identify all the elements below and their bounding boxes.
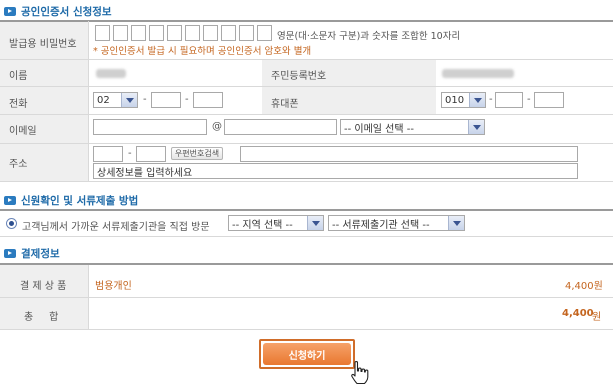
section-arrow-icon (4, 248, 16, 258)
mobile-middle-input[interactable] (495, 92, 523, 108)
institution-select-value: -- 서류제출기관 선택 -- (332, 219, 430, 231)
cert-section-title-text: 공인인증서 신청정보 (21, 5, 112, 18)
product-name: 범용개인 (95, 281, 132, 292)
phone-area-select[interactable]: 02 (93, 92, 138, 108)
mobile-last-input[interactable] (534, 92, 564, 108)
email-domain-select-value: -- 이메일 선택 -- (344, 123, 414, 135)
password-note: * 공인인증서 발급 시 필요하며 공인인증서 암호와 별개 (93, 46, 312, 57)
cert-section-title: 공인인증서 신청정보 (4, 3, 112, 19)
password-char-box[interactable] (131, 25, 146, 41)
chevron-down-icon (469, 93, 485, 107)
table-top-border (0, 20, 613, 22)
resident-number-label: 주민등록번호 (271, 71, 327, 82)
address-detail-input[interactable] (93, 163, 578, 179)
product-price: 4,400원 (565, 281, 603, 292)
payment-section-title: 결제정보 (4, 245, 60, 261)
institution-select[interactable]: -- 서류제출기관 선택 -- (328, 215, 465, 231)
visit-radio[interactable] (6, 218, 17, 229)
table-top-border (0, 263, 613, 265)
name-label: 이름 (9, 71, 28, 82)
dash: - (185, 94, 189, 105)
dash: - (143, 94, 147, 105)
hand-cursor-icon (351, 361, 369, 385)
submission-section-title: 신원확인 및 서류제출 방법 (4, 192, 138, 208)
section-arrow-icon (4, 195, 16, 205)
payment-section-title-text: 결제정보 (21, 247, 60, 260)
phone-area-value: 02 (97, 94, 110, 106)
zipcode-last-input[interactable] (136, 146, 166, 162)
total-unit: 원 (592, 312, 602, 323)
phone-middle-input[interactable] (151, 92, 181, 108)
password-char-box[interactable] (113, 25, 128, 41)
dash: - (489, 94, 493, 105)
email-domain-select[interactable]: -- 이메일 선택 -- (340, 119, 485, 135)
row-divider (0, 86, 613, 87)
zipcode-search-button[interactable]: 우편번호검색 (171, 147, 223, 160)
row-divider (0, 236, 613, 237)
row-divider (0, 181, 613, 182)
chevron-down-icon (468, 120, 484, 134)
product-label: 결 제 상 품 (20, 281, 67, 292)
email-domain-input[interactable] (224, 119, 337, 135)
region-select[interactable]: -- 지역 선택 -- (228, 215, 324, 231)
mobile-label: 휴대폰 (271, 99, 299, 110)
row-divider (0, 143, 613, 144)
phone-label: 전화 (9, 99, 28, 110)
row-divider (0, 114, 613, 115)
password-char-box[interactable] (167, 25, 182, 41)
password-char-box[interactable] (149, 25, 164, 41)
region-select-value: -- 지역 선택 -- (232, 219, 293, 231)
password-char-box[interactable] (95, 25, 110, 41)
mobile-prefix-select[interactable]: 010 (441, 92, 486, 108)
password-hint: 영문(대·소문자 구분)과 숫자를 조합한 10자리 (277, 31, 461, 42)
dash: - (128, 148, 132, 159)
chevron-down-icon (307, 216, 323, 230)
resident-number-redacted (442, 69, 514, 78)
password-char-box[interactable] (239, 25, 254, 41)
password-char-box[interactable] (185, 25, 200, 41)
radio-selected-dot (9, 221, 14, 226)
address-base-input[interactable] (240, 146, 578, 162)
row-divider (0, 329, 613, 330)
email-at-sign: @ (212, 121, 222, 132)
chevron-down-icon (121, 93, 137, 107)
zipcode-first-input[interactable] (93, 146, 123, 162)
password-char-box[interactable] (203, 25, 218, 41)
column-divider (88, 21, 89, 181)
total-amount: 4,400 (562, 308, 594, 319)
phone-last-input[interactable] (193, 92, 223, 108)
total-label: 총 합 (24, 312, 59, 323)
submit-button[interactable]: 신청하기 (263, 343, 351, 365)
dash: - (527, 94, 531, 105)
row-divider (0, 297, 613, 298)
submission-section-title-text: 신원확인 및 서류제출 방법 (21, 194, 139, 207)
chevron-down-icon (448, 216, 464, 230)
section-arrow-icon (4, 6, 16, 16)
name-value-redacted (96, 69, 126, 78)
password-char-box[interactable] (221, 25, 236, 41)
password-label: 발급용 비밀번호 (9, 39, 77, 50)
address-label: 주소 (9, 159, 28, 170)
email-label: 이메일 (9, 126, 37, 137)
mobile-prefix-value: 010 (445, 94, 465, 106)
email-id-input[interactable] (93, 119, 207, 135)
visit-option-label: 고객님께서 가까운 서류제출기관을 직접 방문 (22, 222, 210, 233)
row-divider (0, 59, 613, 60)
password-char-box[interactable] (257, 25, 272, 41)
